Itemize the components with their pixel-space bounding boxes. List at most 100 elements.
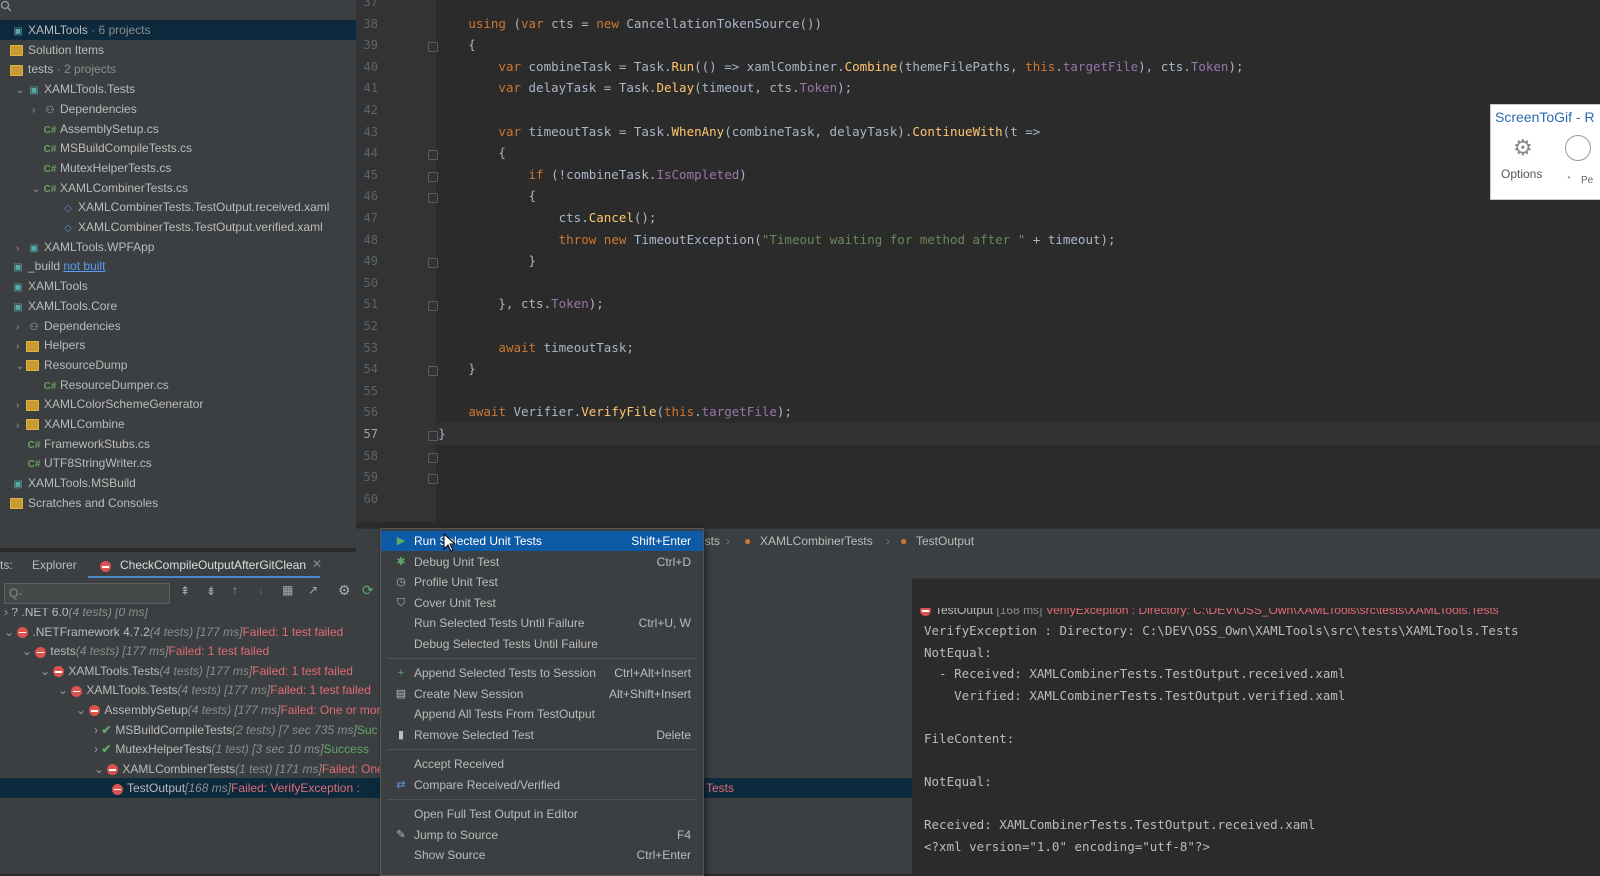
explorer-item[interactable]: › Helpers bbox=[0, 335, 356, 355]
output-line: VerifyException : Directory: C:\DEV\OSS_… bbox=[924, 623, 1519, 638]
explorer-item[interactable]: ▣ XAMLTools.Core bbox=[0, 296, 356, 316]
fold-marker-icon[interactable] bbox=[428, 431, 438, 441]
fold-marker-icon[interactable] bbox=[428, 452, 438, 463]
menu-item-append-selected-tests-to-session[interactable]: + Append Selected Tests to Session Ctrl+Al… bbox=[381, 663, 703, 683]
fold-marker-icon[interactable] bbox=[428, 301, 438, 312]
explorer-item[interactable]: ⌄ C# XAMLCombinerTests.cs bbox=[0, 178, 356, 198]
test-tree-row[interactable]: ⌄ .NETFramework 4.7.2(4 tests) [177 ms]F… bbox=[0, 622, 343, 642]
menu-item-run-selected-unit-tests[interactable]: ▶ Run Selected Unit Tests Shift+Enter bbox=[381, 531, 703, 551]
explorer-item[interactable]: ⌄ ResourceDump bbox=[0, 355, 356, 375]
fold-marker-icon[interactable] bbox=[428, 366, 438, 377]
code-line: var combineTask = Task.Run(() => xamlCom… bbox=[498, 58, 1244, 74]
test-meta: (2 tests) [7 sec 735 ms] bbox=[232, 722, 357, 737]
explorer-item[interactable]: ▣ XAMLTools · 6 projects bbox=[0, 20, 356, 40]
explorer-item[interactable]: C# AssemblySetup.cs bbox=[0, 119, 356, 139]
menu-item-accept-received[interactable]: Accept Received bbox=[381, 754, 703, 774]
explorer-item[interactable]: › XAMLCombine bbox=[0, 414, 356, 434]
fold-marker-icon[interactable] bbox=[428, 150, 438, 161]
menu-item-create-new-session[interactable]: ▤ Create New Session Alt+Shift+Insert bbox=[381, 684, 703, 704]
explorer-item[interactable]: C# UTF8StringWriter.cs bbox=[0, 453, 356, 473]
test-tree-row[interactable]: › ✔ MutexHelperTests(1 test) [3 sec 10 ms… bbox=[0, 739, 369, 759]
explorer-item[interactable]: › ⚇ Dependencies bbox=[0, 316, 356, 336]
solution-explorer: ▣ XAMLTools · 6 projects Solution Items tes… bbox=[0, 0, 356, 548]
explorer-item[interactable]: › ▣ XAMLTools.WPFApp bbox=[0, 237, 356, 257]
menu-item-cover-unit-test[interactable]: ⛉ Cover Unit Test bbox=[381, 593, 703, 613]
breadcrumb-item-method[interactable]: TestOutput bbox=[916, 534, 974, 548]
explorer-item-label: XAMLCombinerTests.TestOutput.received.xa… bbox=[78, 200, 330, 215]
test-tree-row[interactable]: ⌄ XAMLTools.Tests(4 tests) [177 ms]Faile… bbox=[0, 680, 371, 700]
not-built-link[interactable]: not built bbox=[63, 259, 105, 273]
arrow-down-icon[interactable]: ↓ bbox=[258, 583, 264, 597]
explorer-item[interactable]: ◇ XAMLCombinerTests.TestOutput.received.x… bbox=[0, 197, 356, 217]
menu-item-append-all-tests-from-testoutput[interactable]: Append All Tests From TestOutput bbox=[381, 704, 703, 724]
arrow-up-icon[interactable]: ↑ bbox=[232, 583, 238, 597]
explorer-item[interactable]: Scratches and Consoles bbox=[0, 493, 356, 513]
explorer-item[interactable]: › XAMLColorSchemeGenerator bbox=[0, 394, 356, 414]
explorer-item[interactable]: C# MutexHelperTests.cs bbox=[0, 158, 356, 178]
chevron-icon[interactable]: ⌄ bbox=[4, 625, 17, 639]
chevron-icon[interactable]: ⌄ bbox=[76, 703, 89, 717]
chevron-icon[interactable]: ⌄ bbox=[58, 683, 71, 697]
refresh-icon[interactable]: ⟳ bbox=[362, 582, 374, 599]
explorer-item[interactable]: › ⚇ Dependencies bbox=[0, 99, 356, 119]
test-name: XAMLCombinerTests bbox=[122, 761, 236, 776]
fold-marker-icon[interactable] bbox=[428, 42, 438, 53]
menu-item-jump-to-source[interactable]: ✎ Jump to Source F4 bbox=[381, 825, 703, 845]
chevron-icon[interactable]: ⌄ bbox=[40, 664, 53, 678]
code-line: { bbox=[528, 188, 537, 204]
explorer-item[interactable]: C# FrameworkStubs.cs bbox=[0, 434, 356, 454]
menu-item-debug-unit-test[interactable]: ✱ Debug Unit Test Ctrl+D bbox=[381, 552, 703, 572]
explorer-item[interactable]: C# MSBuildCompileTests.cs bbox=[0, 138, 356, 158]
explorer-item[interactable]: ▣ XAMLTools bbox=[0, 276, 356, 296]
test-tree-row[interactable]: ⌄ AssemblySetup(4 tests) [177 ms]Failed:… bbox=[0, 700, 381, 720]
expand-all-icon[interactable]: ⇞ bbox=[180, 584, 190, 598]
explorer-item[interactable]: ◇ XAMLCombinerTests.TestOutput.verified.x… bbox=[0, 217, 356, 237]
explorer-item-label: ResourceDumper.cs bbox=[60, 377, 169, 392]
test-tree-row[interactable]: ⌄ tests(4 tests) [177 ms]Failed: 1 test … bbox=[0, 641, 269, 661]
test-meta: (4 tests) [177 ms] bbox=[187, 703, 281, 717]
menu-item-profile-unit-test[interactable]: ◷ Profile Unit Test bbox=[381, 572, 703, 592]
chevron-icon[interactable]: ⌄ bbox=[22, 644, 35, 658]
test-search-input[interactable]: Q- bbox=[4, 583, 170, 604]
explorer-item[interactable]: C# ResourceDumper.cs bbox=[0, 375, 356, 395]
test-tree-row[interactable]: ⌄ XAMLTools.Tests(4 tests) [177 ms]Faile… bbox=[0, 661, 353, 681]
menu-item-remove-selected-test[interactable]: ▮ Remove Selected Test Delete bbox=[381, 725, 703, 745]
explorer-item[interactable]: Solution Items bbox=[0, 40, 356, 60]
menu-item-show-source[interactable]: Show Source Ctrl+Enter bbox=[381, 845, 703, 865]
fold-marker-icon[interactable] bbox=[428, 171, 438, 182]
close-tab-icon[interactable]: ✕ bbox=[312, 557, 322, 571]
menu-item-compare-received-verified[interactable]: ⇄ Compare Received/Verified bbox=[381, 775, 703, 795]
pe-label: Pe bbox=[1581, 175, 1594, 186]
settings-icon[interactable]: ⚙ bbox=[338, 582, 351, 599]
export-icon[interactable]: ↗ bbox=[308, 583, 318, 597]
collapse-all-icon[interactable]: ⇟ bbox=[206, 584, 216, 598]
chevron-icon[interactable]: ⌄ bbox=[94, 762, 107, 776]
test-name: AssemblySetup bbox=[104, 703, 188, 717]
explorer-item[interactable]: ⌄ ▣ XAMLTools.Tests bbox=[0, 79, 356, 99]
screentogif-window[interactable]: ScreenToGif - R ⚙ Options ◔ Pe bbox=[1490, 104, 1600, 200]
explorer-item-label: FrameworkStubs.cs bbox=[44, 436, 151, 451]
code-editor[interactable]: using (var cts = new CancellationTokenSo… bbox=[436, 0, 1600, 522]
test-tree-row[interactable]: › ? .NET 6.0(4 tests) [0 ms] bbox=[0, 608, 148, 622]
breadcrumb-item-class[interactable]: XAMLCombinerTests bbox=[760, 534, 873, 548]
test-tree-row[interactable]: › ✔ MSBuildCompileTests(2 tests) [7 sec 7… bbox=[0, 720, 378, 740]
line-number: 45 bbox=[363, 167, 378, 182]
group-icon[interactable]: ▦ bbox=[282, 583, 293, 597]
explorer-item-label: AssemblySetup.cs bbox=[60, 121, 159, 136]
fold-marker-icon[interactable] bbox=[428, 474, 438, 485]
explorer-item[interactable]: tests · 2 projects bbox=[0, 59, 356, 79]
fold-marker-icon[interactable] bbox=[428, 193, 438, 204]
record-button[interactable] bbox=[1565, 135, 1591, 161]
search-icon[interactable] bbox=[0, 0, 12, 12]
gear-icon[interactable]: ⚙ bbox=[1513, 135, 1533, 161]
menu-item-open-full-test-output-in-editor[interactable]: Open Full Test Output in Editor bbox=[381, 804, 703, 824]
menu-item-run-selected-tests-until-failure[interactable]: Run Selected Tests Until Failure Ctrl+U, … bbox=[381, 613, 703, 633]
menu-item-debug-selected-tests-until-failure[interactable]: Debug Selected Tests Until Failure bbox=[381, 634, 703, 654]
tab-session[interactable]: CheckCompileOutputAfterGitClean bbox=[120, 558, 306, 572]
tab-explorer[interactable]: Explorer bbox=[32, 558, 77, 572]
test-tree-row[interactable]: ⌄ XAMLCombinerTests(1 test) [171 ms]Fail… bbox=[0, 759, 384, 779]
options-label[interactable]: Options bbox=[1501, 167, 1542, 181]
fold-marker-icon[interactable] bbox=[428, 258, 438, 269]
explorer-item[interactable]: ▣ XAMLTools.MSBuild bbox=[0, 473, 356, 493]
explorer-item[interactable]: ▣ _build not built bbox=[0, 256, 356, 276]
